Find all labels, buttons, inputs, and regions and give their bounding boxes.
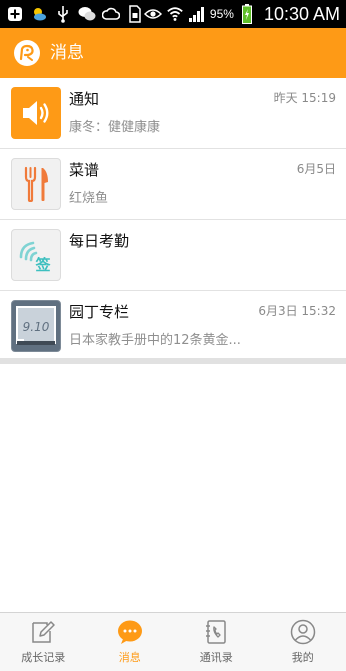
wifi-icon (166, 5, 184, 23)
nav-label: 我的 (292, 651, 314, 665)
plus-icon (6, 5, 24, 23)
list-divider (0, 358, 346, 364)
nav-label: 成长记录 (21, 651, 65, 665)
message-title: 每日考勤 (69, 231, 129, 251)
blackboard-icon: 9.10 (11, 300, 61, 352)
message-item-notice[interactable]: 通知 昨天 15:19 康冬：健健康康 (0, 78, 346, 149)
message-preview: 日本家教手册中的12条黄金... (69, 332, 241, 350)
nav-label: 消息 (119, 651, 141, 665)
profile-icon (290, 619, 316, 645)
phonebook-icon (203, 619, 229, 645)
usb-icon (54, 5, 72, 23)
message-title: 园丁专栏 (69, 302, 129, 322)
message-time: 6月3日 15:32 (258, 302, 336, 320)
checkin-icon-text: 签 (34, 256, 51, 274)
nav-label: 通讯录 (200, 651, 233, 665)
fork-knife-icon (11, 158, 61, 210)
nav-tab-contacts[interactable]: 通讯录 (173, 613, 260, 671)
wechat-icon (78, 5, 96, 23)
weather-icon (30, 5, 48, 23)
cloud-icon (102, 5, 120, 23)
message-item-attendance[interactable]: 签 每日考勤 (0, 220, 346, 291)
message-list: 通知 昨天 15:19 康冬：健健康康 菜谱 6月5日 红烧鱼 签 每日考勤 (0, 78, 346, 361)
nav-tab-mine[interactable]: 我的 (260, 613, 346, 671)
message-preview: 红烧鱼 (69, 190, 108, 208)
eye-icon (144, 5, 162, 23)
message-time: 昨天 15:19 (274, 89, 336, 107)
sim-icon (126, 5, 144, 23)
checkin-icon: 签 (11, 229, 61, 281)
message-title: 菜谱 (69, 160, 99, 180)
page-title: 消息 (50, 41, 84, 65)
status-bar-notifications (6, 4, 144, 24)
nav-tab-growth-record[interactable]: 成长记录 (0, 613, 87, 671)
app-header: 消息 (0, 28, 346, 78)
edit-icon (30, 619, 56, 645)
battery-icon (238, 5, 256, 23)
clock: 10:30 AM (264, 4, 340, 25)
blackboard-icon-text: 9.10 (23, 320, 50, 334)
status-bar-system: 95% 10:30 AM (144, 0, 340, 28)
speaker-icon (11, 87, 61, 139)
message-time: 6月5日 (297, 160, 336, 178)
chat-icon (117, 619, 143, 645)
message-preview: 康冬：健健康康 (69, 119, 160, 137)
nav-tab-messages[interactable]: 消息 (87, 613, 174, 671)
signal-icon (188, 5, 206, 23)
message-item-recipe[interactable]: 菜谱 6月5日 红烧鱼 (0, 149, 346, 220)
message-item-gardener-column[interactable]: 9.10 园丁专栏 6月3日 15:32 日本家教手册中的12条黄金... (0, 291, 346, 361)
app-logo-icon (14, 40, 40, 66)
battery-percentage: 95% (210, 7, 234, 21)
bottom-nav: 成长记录 消息 通讯录 (0, 612, 346, 671)
status-bar: 95% 10:30 AM (0, 0, 346, 28)
message-title: 通知 (69, 89, 99, 109)
